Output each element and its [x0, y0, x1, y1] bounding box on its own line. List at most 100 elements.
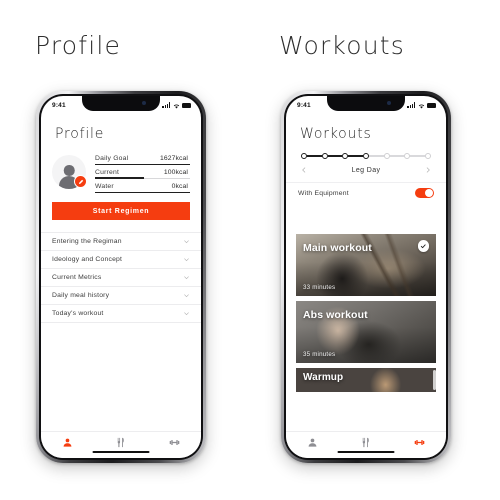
status-time: 9:41	[297, 101, 311, 109]
chevron-left-icon[interactable]	[300, 166, 308, 174]
step-connector	[410, 155, 426, 157]
chevron-right-icon[interactable]	[424, 166, 432, 174]
battery-icon	[182, 102, 191, 108]
step-connector	[327, 155, 343, 157]
phone-mockup-workouts: 9:41 Workouts Leg Day With Equipment Mai…	[281, 91, 451, 463]
metric-row: Current 100kcal	[95, 165, 190, 179]
with-equipment-toggle[interactable]	[415, 187, 434, 199]
workout-duration: 33 minutes	[303, 284, 336, 291]
with-equipment-label: With Equipment	[298, 189, 349, 197]
workout-duration: 35 minutes	[303, 351, 336, 358]
tab-workouts[interactable]	[393, 432, 446, 458]
status-icons	[407, 96, 436, 114]
chevron-down-icon	[183, 274, 190, 281]
chevron-down-icon	[183, 292, 190, 299]
workout-title: Warmup	[303, 372, 344, 383]
cellular-signal-icon	[407, 102, 415, 108]
front-camera-icon	[142, 101, 146, 105]
workouts-content: Workouts Leg Day With Equipment Main wor…	[286, 112, 446, 458]
accordion-list: Entering the Regiman Ideology and Concep…	[41, 232, 201, 323]
workouts-screen: 9:41 Workouts Leg Day With Equipment Mai…	[286, 96, 446, 458]
week-progress-stepper[interactable]	[286, 142, 446, 159]
notch	[327, 96, 405, 111]
profile-summary: Daily Goal 1627kcal Current 100kcal Wate…	[41, 142, 201, 193]
tab-profile[interactable]	[286, 432, 339, 458]
status-time: 9:41	[52, 101, 66, 109]
accordion-item-current-metrics[interactable]: Current Metrics	[41, 269, 201, 287]
chevron-down-icon	[183, 238, 190, 245]
phone-bezel: 9:41 Workouts Leg Day With Equipment Mai…	[284, 94, 448, 460]
fork-knife-icon	[118, 437, 125, 448]
fork-knife-icon	[363, 437, 370, 448]
tab-nutrition[interactable]	[339, 432, 392, 458]
phone-mockup-profile: 9:41 Profile Daily Goal 1627kcal Current…	[36, 91, 206, 463]
accordion-item-entering-the-regiman[interactable]: Entering the Regiman	[41, 233, 201, 251]
scrollbar[interactable]	[433, 370, 436, 390]
front-camera-icon	[387, 101, 391, 105]
step-node-7[interactable]	[425, 153, 432, 159]
section-title-workouts: Workouts	[279, 31, 405, 60]
profile-screen: 9:41 Profile Daily Goal 1627kcal Current…	[41, 96, 201, 458]
metric-label: Water	[95, 182, 114, 190]
notch	[82, 96, 160, 111]
status-icons	[162, 96, 191, 114]
accordion-item-todays-workout[interactable]: Today's workout	[41, 305, 201, 323]
metric-label: Current	[95, 168, 120, 176]
battery-icon	[427, 102, 436, 108]
metrics-list: Daily Goal 1627kcal Current 100kcal Wate…	[95, 151, 190, 193]
metric-value: 0kcal	[171, 182, 188, 190]
metric-value: 1627kcal	[159, 154, 188, 162]
checkmark-icon[interactable]	[417, 240, 429, 252]
divider	[95, 192, 190, 193]
tab-profile[interactable]	[41, 432, 94, 458]
wifi-icon	[173, 96, 180, 114]
with-equipment-row: With Equipment	[286, 182, 446, 203]
accordion-label: Entering the Regiman	[52, 238, 122, 245]
cellular-signal-icon	[162, 102, 170, 108]
dumbbell-icon	[414, 439, 425, 446]
chevron-down-icon	[183, 256, 190, 263]
step-connector	[307, 155, 322, 157]
bottom-tab-bar	[286, 431, 446, 458]
metric-value: 100kcal	[163, 168, 188, 176]
step-connector	[348, 155, 364, 157]
start-regimen-button[interactable]: Start Regimen	[52, 202, 190, 220]
tab-workouts[interactable]	[148, 432, 201, 458]
metric-row: Water 0kcal	[95, 179, 190, 193]
accordion-label: Today's workout	[52, 310, 104, 317]
person-icon	[308, 438, 317, 447]
workout-title: Main workout	[303, 242, 372, 254]
wifi-icon	[418, 96, 425, 114]
home-indicator	[337, 450, 395, 453]
phone-bezel: 9:41 Profile Daily Goal 1627kcal Current…	[39, 94, 203, 460]
dumbbell-icon	[169, 439, 180, 446]
workout-title: Abs workout	[303, 309, 368, 321]
accordion-label: Ideology and Concept	[52, 256, 123, 263]
edit-badge-icon[interactable]	[74, 175, 87, 188]
workout-card-list[interactable]: Main workout 33 minutes Abs workout 35 m…	[286, 234, 446, 432]
home-indicator	[92, 450, 150, 453]
metric-row: Daily Goal 1627kcal	[95, 151, 190, 165]
profile-content: Profile Daily Goal 1627kcal Current 100k…	[41, 112, 201, 458]
mockup-canvas: Profile Workouts 9:41 Profile Daily Goal…	[0, 0, 500, 500]
accordion-label: Daily meal history	[52, 292, 110, 299]
workout-card-main-workout[interactable]: Main workout 33 minutes	[296, 234, 436, 296]
current-day-label: Leg Day	[351, 166, 381, 174]
toggle-knob	[424, 188, 433, 197]
page-title: Workouts	[300, 126, 372, 142]
step-connector	[369, 155, 384, 157]
metric-label: Daily Goal	[95, 154, 129, 162]
workout-card-abs-workout[interactable]: Abs workout 35 minutes	[296, 301, 436, 363]
accordion-label: Current Metrics	[52, 274, 102, 281]
accordion-item-ideology-and-concept[interactable]: Ideology and Concept	[41, 251, 201, 269]
page-title: Profile	[55, 126, 105, 142]
avatar[interactable]	[52, 155, 87, 189]
day-navigator: Leg Day	[286, 159, 446, 174]
person-icon	[63, 438, 72, 447]
chevron-down-icon	[183, 310, 190, 317]
accordion-item-daily-meal-history[interactable]: Daily meal history	[41, 287, 201, 305]
section-title-profile: Profile	[35, 31, 122, 60]
bottom-tab-bar	[41, 431, 201, 458]
workout-card-warmup[interactable]: Warmup	[296, 368, 436, 392]
tab-nutrition[interactable]	[94, 432, 147, 458]
